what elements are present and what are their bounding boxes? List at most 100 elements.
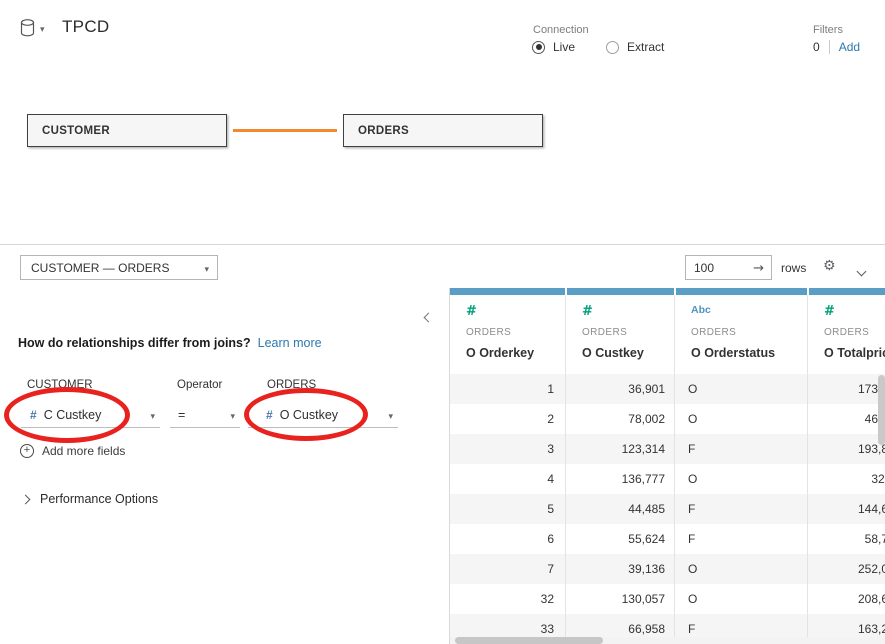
tableau-datasource-page: TPCD Connection Live Extract Filters 0 A… (0, 0, 885, 644)
table-customer[interactable]: CUSTOMER (27, 114, 227, 147)
left-field-value: C Custkey (44, 408, 102, 422)
right-field-value: O Custkey (280, 408, 338, 422)
plus-circle-icon (20, 444, 34, 458)
add-filter-link[interactable]: Add (839, 40, 860, 54)
question-text: How do relationships differ from joins? (18, 336, 251, 350)
performance-options-expander[interactable]: Performance Options (22, 492, 158, 506)
right-field-dropdown[interactable]: # O Custkey (248, 402, 398, 428)
column-header-orderstatus[interactable]: Abc ORDERS O Orderstatus (675, 295, 808, 374)
column-header-orderkey[interactable]: # ORDERS O Orderkey (450, 295, 566, 374)
horizontal-scrollbar-track[interactable] (450, 637, 885, 644)
table-row: 5 44,485 F 144,6 (450, 494, 885, 524)
cell: O (675, 374, 808, 404)
relationship-selector-dropdown[interactable]: CUSTOMER — ORDERS (20, 255, 218, 280)
cell: 208,6 (808, 584, 885, 614)
radio-live-label: Live (553, 40, 575, 54)
table-row: 32 130,057 O 208,6 (450, 584, 885, 614)
rows-label: rows (781, 261, 806, 275)
datasource-title[interactable]: TPCD (62, 17, 109, 37)
apply-rows-arrow-icon[interactable] (753, 261, 771, 275)
column-table-name: ORDERS (466, 327, 511, 338)
cell: O (675, 584, 808, 614)
cell: 46,9 (808, 404, 885, 434)
gear-icon[interactable] (823, 258, 836, 273)
database-menu-button[interactable] (20, 19, 45, 37)
cell: 36,901 (566, 374, 675, 404)
cell: 58,7 (808, 524, 885, 554)
relationship-noodle[interactable] (233, 129, 337, 132)
table-row: 6 55,624 F 58,7 (450, 524, 885, 554)
chevron-down-icon (230, 408, 240, 422)
column-field-name: O Orderstatus (691, 346, 775, 360)
collapse-panel-chevron-icon[interactable] (425, 308, 432, 326)
cell: 252,0 (808, 554, 885, 584)
operator-value: = (178, 408, 185, 422)
table-row: 2 78,002 O 46,9 (450, 404, 885, 434)
column-field-name: O Orderkey (466, 346, 534, 360)
cell: 130,057 (566, 584, 675, 614)
cell: 32, (808, 464, 885, 494)
column-accent-bar (567, 288, 674, 295)
add-more-fields-button[interactable]: Add more fields (20, 444, 125, 458)
chevron-down-icon (150, 408, 160, 422)
cell: 6 (450, 524, 566, 554)
numeric-type-icon: # (824, 304, 835, 319)
cell: 4 (450, 464, 566, 494)
cell: 136,777 (566, 464, 675, 494)
table-row: 1 36,901 O 173,6 (450, 374, 885, 404)
radio-live[interactable]: Live (532, 40, 575, 54)
collapse-grid-chevron-icon[interactable] (858, 262, 865, 280)
column-header-totalprice[interactable]: # ORDERS O Totalprice (808, 295, 885, 374)
relationship-selector-label: CUSTOMER — ORDERS (31, 261, 204, 275)
learn-more-link[interactable]: Learn more (258, 336, 322, 350)
panel-divider (0, 244, 885, 245)
table-row: 4 136,777 O 32, (450, 464, 885, 494)
left-field-dropdown[interactable]: # C Custkey (21, 402, 160, 428)
vertical-scrollbar[interactable] (878, 375, 885, 445)
numeric-type-icon: # (582, 304, 593, 319)
cell: O (675, 404, 808, 434)
cell: 44,485 (566, 494, 675, 524)
horizontal-scrollbar-thumb[interactable] (455, 637, 603, 644)
cell: 39,136 (566, 554, 675, 584)
column-accent-bar (676, 288, 807, 295)
column-header-custkey[interactable]: # ORDERS O Custkey (566, 295, 675, 374)
table-row: 3 123,314 F 193,8 (450, 434, 885, 464)
cell: 1 (450, 374, 566, 404)
operator-dropdown[interactable]: = (170, 402, 240, 428)
cell: 144,6 (808, 494, 885, 524)
column-field-name: O Custkey (582, 346, 644, 360)
data-preview-grid: # ORDERS O Orderkey # ORDERS O Custkey A… (450, 288, 885, 644)
cell: 123,314 (566, 434, 675, 464)
chevron-down-icon (204, 261, 209, 275)
operator-label: Operator (177, 379, 222, 391)
connection-label: Connection (533, 24, 589, 36)
chevron-down-icon (40, 19, 45, 37)
rows-count-input[interactable] (686, 261, 736, 275)
cell: O (675, 554, 808, 584)
relationships-question: How do relationships differ from joins? L… (18, 336, 322, 350)
cell: 5 (450, 494, 566, 524)
filters-count: 0 (813, 40, 820, 54)
radio-extract[interactable]: Extract (606, 40, 664, 54)
divider (829, 40, 830, 54)
string-type-icon: Abc (691, 304, 711, 316)
cell: F (675, 434, 808, 464)
radio-extract-label: Extract (627, 40, 664, 54)
filters-label: Filters (813, 24, 843, 36)
filters-row: 0 Add (813, 40, 860, 54)
add-more-fields-label: Add more fields (42, 444, 125, 458)
numeric-field-icon: # (30, 408, 37, 422)
cell: 55,624 (566, 524, 675, 554)
cell: 193,8 (808, 434, 885, 464)
column-accent-bar (809, 288, 885, 295)
database-icon (20, 19, 35, 37)
column-accent-bar (450, 288, 565, 295)
column-table-name: ORDERS (691, 327, 736, 338)
table-orders[interactable]: ORDERS (343, 114, 543, 147)
cell: 32 (450, 584, 566, 614)
column-field-name: O Totalprice (824, 346, 885, 360)
cell: 7 (450, 554, 566, 584)
chevron-right-icon (21, 494, 31, 504)
cell: O (675, 464, 808, 494)
